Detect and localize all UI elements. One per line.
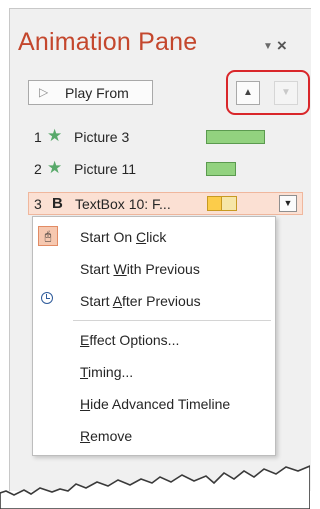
menu-item-effect-options[interactable]: Effect Options... bbox=[33, 327, 275, 353]
star-icon: ★ bbox=[47, 158, 63, 177]
timeline-bar[interactable] bbox=[206, 130, 265, 144]
animation-number: 2 bbox=[34, 161, 42, 177]
timeline-bar[interactable] bbox=[207, 196, 237, 211]
close-icon[interactable]: × bbox=[277, 36, 287, 55]
animation-number: 1 bbox=[34, 129, 42, 145]
animation-row-1[interactable]: 1 ★ Picture 3 bbox=[28, 126, 268, 148]
menu-item-start-after-previous[interactable]: Start After Previous bbox=[33, 288, 275, 314]
play-triangle-icon: ▷ bbox=[39, 85, 49, 99]
animation-row-3-selected[interactable]: 3 B TextBox 10: F... ▼ bbox=[28, 192, 303, 215]
clock-icon bbox=[41, 292, 53, 304]
animation-context-menu: 🖰 Start On Click Start With Previous Sta… bbox=[32, 216, 276, 456]
mouse-click-icon: 🖰 bbox=[38, 226, 58, 246]
animation-name: Picture 11 bbox=[74, 161, 136, 177]
animation-number: 3 bbox=[34, 196, 42, 212]
menu-separator bbox=[73, 320, 271, 321]
text-effect-icon: B bbox=[52, 195, 63, 212]
menu-item-hide-advanced-timeline[interactable]: Hide Advanced Timeline bbox=[33, 391, 275, 417]
menu-item-remove[interactable]: Remove bbox=[33, 423, 275, 449]
move-earlier-button[interactable]: ▲ bbox=[236, 81, 260, 105]
animation-row-2[interactable]: 2 ★ Picture 11 bbox=[28, 158, 268, 180]
play-from-button[interactable]: ▷ Play From bbox=[28, 80, 153, 105]
pane-title: Animation Pane bbox=[18, 28, 198, 56]
animation-name: TextBox 10: F... bbox=[75, 196, 171, 212]
pane-title-controls: ▼ × bbox=[263, 36, 287, 56]
pane-options-dropdown-icon[interactable]: ▼ bbox=[263, 41, 273, 52]
torn-paper-edge bbox=[0, 465, 310, 509]
animation-name: Picture 3 bbox=[74, 129, 130, 145]
play-from-label: Play From bbox=[65, 85, 129, 101]
menu-item-start-on-click[interactable]: 🖰 Start On Click bbox=[33, 224, 275, 250]
menu-item-timing[interactable]: Timing... bbox=[33, 359, 275, 385]
menu-item-start-with-previous[interactable]: Start With Previous bbox=[33, 256, 275, 282]
timeline-bar[interactable] bbox=[206, 162, 236, 176]
star-icon: ★ bbox=[47, 126, 63, 145]
move-later-button[interactable]: ▼ bbox=[274, 81, 298, 105]
animation-dropdown-button[interactable]: ▼ bbox=[279, 195, 297, 212]
